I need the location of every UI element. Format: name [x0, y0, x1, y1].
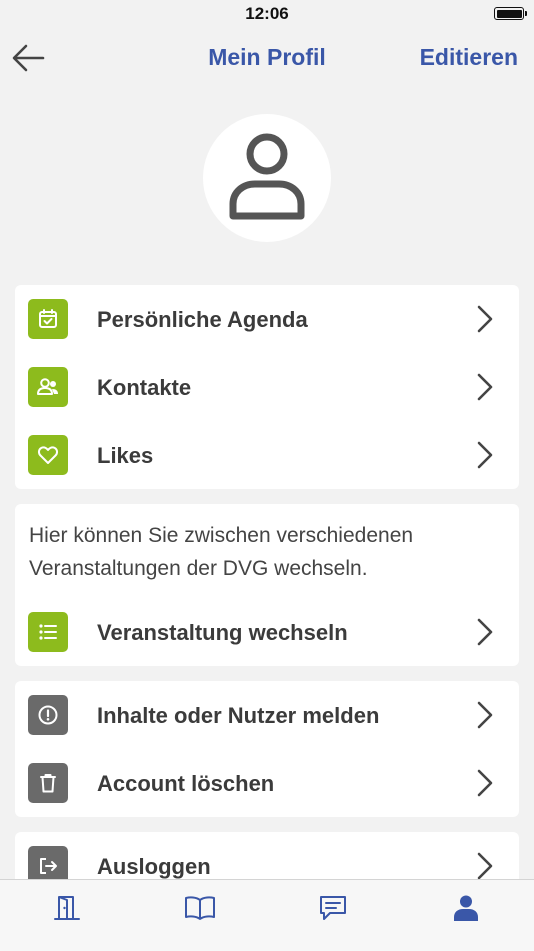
person-icon	[454, 895, 478, 921]
message-icon	[320, 896, 346, 920]
account-menu-card: Inhalte oder Nutzer melden Account lösch…	[15, 681, 519, 817]
heart-icon	[37, 446, 59, 464]
event-switch-card: Hier können Sie zwischen verschiedenen V…	[15, 504, 519, 666]
calendar-check-icon	[39, 309, 57, 328]
menu-item-likes[interactable]: Likes	[15, 421, 519, 489]
tab-door[interactable]	[42, 888, 92, 928]
menu-item-label: Kontakte	[97, 375, 192, 400]
back-button[interactable]	[10, 42, 46, 74]
status-bar: 12:06	[0, 0, 534, 30]
door-icon	[54, 896, 80, 920]
main-menu-card: Persönliche Agenda Kontakte Likes	[15, 285, 519, 489]
event-switch-description: Hier können Sie zwischen verschiedenen V…	[29, 524, 414, 580]
chevron-right-icon	[477, 618, 493, 646]
menu-item-likes-icon-box	[28, 435, 68, 475]
edit-button[interactable]: Editieren	[420, 44, 518, 71]
menu-item-label: Account löschen	[97, 771, 275, 796]
chevron-right-icon	[477, 373, 493, 401]
tab-bar	[0, 879, 534, 951]
status-time: 12:06	[245, 4, 289, 23]
contacts-icon	[37, 378, 58, 395]
battery-icon	[494, 7, 527, 20]
menu-item-contacts[interactable]: Kontakte	[15, 353, 519, 421]
menu-item-switch-event[interactable]: Veranstaltung wechseln	[15, 598, 519, 666]
book-icon	[185, 896, 215, 920]
menu-item-agenda[interactable]: Persönliche Agenda	[15, 285, 519, 353]
chevron-right-icon	[477, 305, 493, 333]
menu-item-agenda-icon-box	[28, 299, 68, 339]
chevron-right-icon	[477, 701, 493, 729]
tab-book[interactable]	[175, 888, 225, 928]
avatar[interactable]	[203, 114, 331, 242]
trash-icon	[40, 774, 56, 793]
menu-item-report-icon-box	[28, 695, 68, 735]
menu-item-contacts-icon-box	[28, 367, 68, 407]
tab-profile[interactable]	[441, 888, 491, 928]
nav-bar: Mein Profil Editieren	[0, 30, 534, 86]
menu-item-label: Ausloggen	[97, 854, 211, 879]
menu-item-label: Veranstaltung wechseln	[97, 620, 348, 645]
menu-item-delete-account-icon-box	[28, 763, 68, 803]
chevron-right-icon	[477, 769, 493, 797]
list-icon	[39, 624, 57, 640]
menu-item-label: Persönliche Agenda	[97, 307, 308, 332]
menu-item-label: Inhalte oder Nutzer melden	[97, 703, 380, 728]
menu-item-label: Likes	[97, 443, 154, 468]
tab-messages[interactable]	[308, 888, 358, 928]
logout-icon	[40, 858, 57, 874]
menu-item-report[interactable]: Inhalte oder Nutzer melden	[15, 681, 519, 749]
arrow-left-icon	[12, 44, 45, 72]
menu-item-delete-account[interactable]: Account löschen	[15, 749, 519, 817]
chevron-right-icon	[477, 852, 493, 880]
chevron-right-icon	[477, 441, 493, 469]
menu-item-switch-event-icon-box	[28, 612, 68, 652]
person-icon	[229, 133, 305, 220]
alert-circle-icon	[38, 705, 58, 725]
